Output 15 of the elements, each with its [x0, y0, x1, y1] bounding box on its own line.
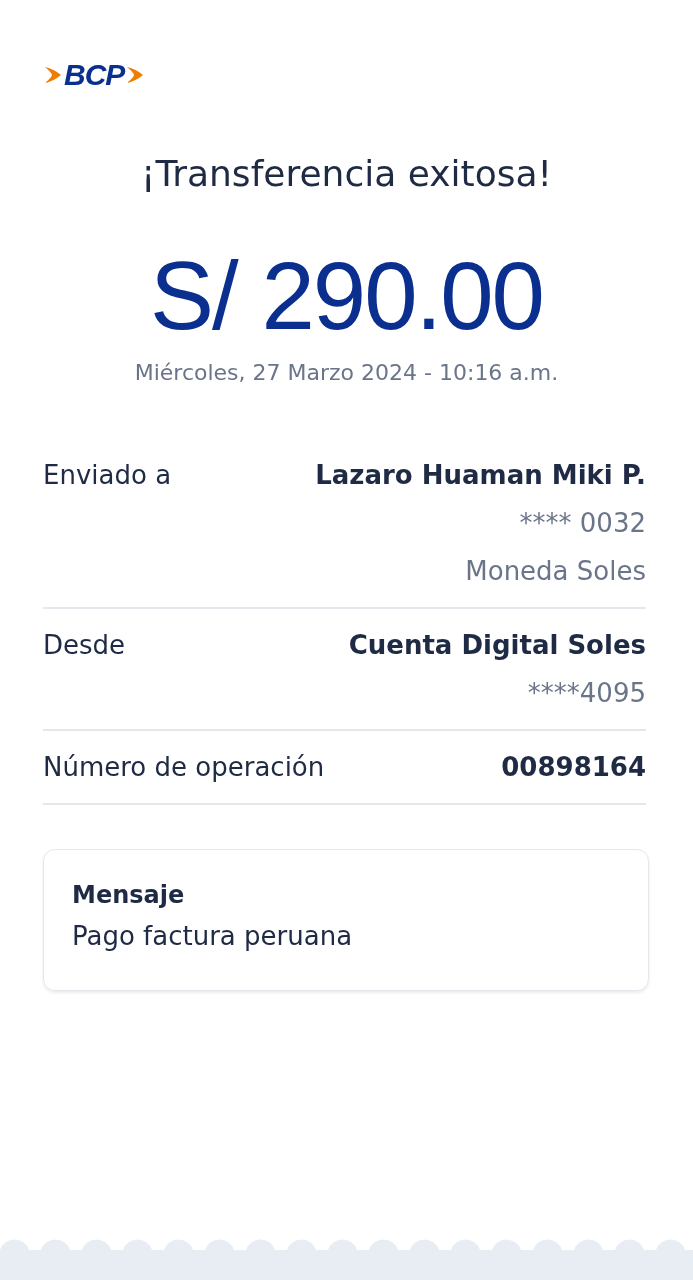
- message-title: Mensaje: [72, 880, 186, 910]
- message-text: Pago factura peruana: [72, 920, 354, 952]
- detail-label: Desde: [43, 629, 126, 662]
- page-title: ¡Transferencia exitosa!: [140, 152, 553, 196]
- detail-value: Cuenta Digital Soles: [348, 629, 646, 662]
- logo-text: BCP: [64, 60, 125, 90]
- date-time: Miércoles, 27 Marzo 2024 - 10:16 a.m.: [133, 359, 560, 387]
- detail-subvalue: **** 0032: [519, 507, 646, 540]
- amount: S/ 290.00: [149, 241, 544, 351]
- detail-value: 00898164: [501, 751, 646, 784]
- detail-label: Número de operación: [43, 751, 325, 784]
- detail-subvalue: Moneda Soles: [465, 555, 646, 588]
- detail-value: Lazaro Huaman Miki P.: [315, 459, 646, 492]
- detail-label: Enviado a: [43, 459, 172, 492]
- detail-subvalue: ****4095: [527, 677, 646, 710]
